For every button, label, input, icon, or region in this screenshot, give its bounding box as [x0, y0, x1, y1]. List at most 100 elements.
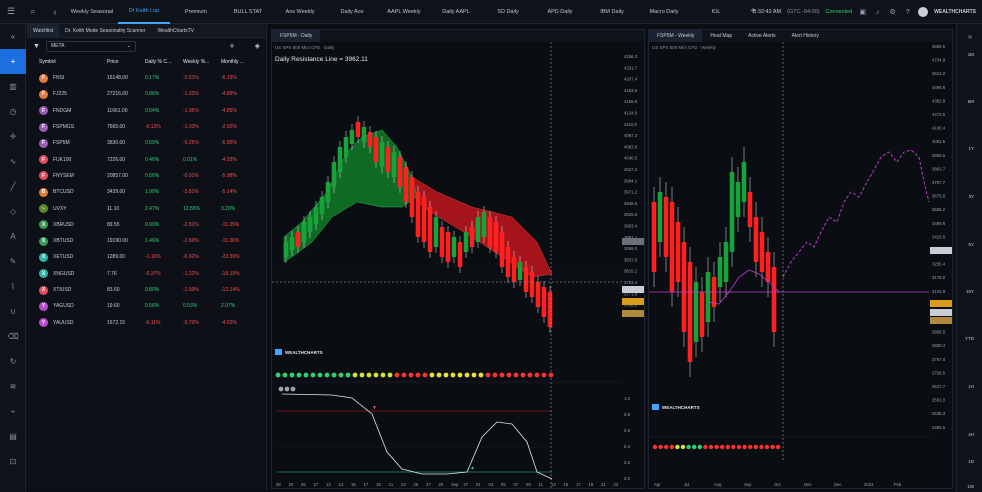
weekly-candles: [651, 147, 780, 377]
notification-bell-icon[interactable]: ♪: [873, 8, 882, 17]
weekly-chart[interactable]: US SPX 500 Mini CFD · Weekly 4859.5 4734.…: [649, 42, 954, 490]
layers-icon[interactable]: ▤: [0, 424, 26, 449]
layout-tab[interactable]: SD Daily: [482, 0, 534, 24]
tab-seasonality-scanner[interactable]: Dr. Keith Mode Seasonality Scanner: [59, 28, 151, 34]
watchlist-row[interactable]: F FNDGM 11661.00 0.54% -1.95% -4.85%: [27, 103, 266, 119]
timeframe-button[interactable]: 6M: [968, 99, 974, 104]
watchlist-row[interactable]: X XBRUSD 89.55 0.90% -2.81% -11.35%: [27, 217, 266, 233]
weekly-change-cell: -3.81%: [183, 189, 199, 196]
price-marker: [622, 286, 644, 293]
tab-alert-history[interactable]: Alert History: [784, 30, 827, 42]
price-cell: 83.60: [107, 287, 120, 293]
watchlist-row[interactable]: F FSP5M 3830.00 0.59% -0.25% -6.85%: [27, 135, 266, 151]
daily-chart[interactable]: US SPX 500 Mini CFD · Daily Daily Resist…: [272, 42, 646, 490]
filter-icon[interactable]: ▼: [33, 43, 40, 50]
chart-type-icon[interactable]: ▥: [0, 74, 26, 99]
timeframe-button[interactable]: 1M: [968, 52, 974, 57]
tab-wealthcharts-tv[interactable]: WealthChartsTV: [151, 28, 200, 34]
col-symbol[interactable]: Symbol: [39, 59, 107, 65]
search-icon[interactable]: ⌕: [22, 0, 44, 24]
watchlist-row[interactable]: B BTCUSD 3439.00 1.90% -3.81% -5.14%: [27, 184, 266, 200]
watchlist-row[interactable]: X XTIUSD 83.60 0.80% -1.50% -12.14%: [27, 282, 266, 298]
tab-heat-map[interactable]: Heat Map: [702, 30, 740, 42]
chevron-left-icon[interactable]: ‹: [44, 0, 66, 24]
timeframe-button[interactable]: 1D: [968, 459, 974, 464]
tab-watchlist[interactable]: Watchlist: [27, 23, 60, 38]
watchlist-row[interactable]: Y YAUUSD 1672.15 -0.11% -0.70% -4.53%: [27, 314, 266, 330]
layout-tab[interactable]: BULL STAT: [222, 0, 274, 24]
col-monthly[interactable]: Monthly ...: [221, 59, 259, 65]
timeframe-button[interactable]: 3Y: [968, 194, 974, 199]
expand-icon[interactable]: »: [957, 24, 982, 49]
cursor-icon[interactable]: ✛: [0, 124, 26, 149]
fibonacci-icon[interactable]: ≋: [0, 374, 26, 399]
weekly-down-candle: [753, 217, 759, 262]
timeframe-button[interactable]: 10Y: [966, 289, 974, 294]
watchlist-row[interactable]: F FNYSEM 20857.00 0.56% -0.01% -5.98%: [27, 168, 266, 184]
layout-tab[interactable]: APD Daily: [534, 0, 586, 24]
timeframe-button[interactable]: 1Y: [968, 146, 974, 151]
brush-icon[interactable]: ✎: [0, 249, 26, 274]
ruler-icon[interactable]: ⌇: [0, 274, 26, 299]
timeframe-button[interactable]: 5Y: [968, 242, 974, 247]
symbol-badge: X: [39, 236, 48, 246]
trend-line-icon[interactable]: ╱: [0, 174, 26, 199]
watchlist-selector[interactable]: META ⌄: [45, 40, 136, 52]
refresh-icon[interactable]: ↻: [0, 349, 26, 374]
watchlist-row[interactable]: F FUK100 7226.00 0.46% 0.01% -4.93%: [27, 151, 266, 167]
col-price[interactable]: Price: [107, 59, 145, 65]
tab-weekly-chart[interactable]: FSP5M - Weekly: [649, 30, 703, 42]
settings-gear-icon[interactable]: ⚙: [888, 8, 897, 17]
watchlist-row[interactable]: ~ UVXY 11.10 2.47% 12.55% 3.20%: [27, 200, 266, 216]
signal-dot: [548, 372, 554, 378]
layout-tab[interactable]: AAPL Weekly: [378, 0, 430, 24]
lock-drawings-icon[interactable]: ⊡: [0, 449, 26, 474]
weekly-change-cell: -1.32%: [183, 91, 199, 98]
add-icon[interactable]: +: [0, 49, 26, 74]
layout-tab[interactable]: Premium: [170, 0, 222, 24]
col-weekly[interactable]: Weekly %...: [183, 59, 221, 65]
trash-icon[interactable]: ⌫: [0, 324, 26, 349]
timeframe-button[interactable]: YTD: [965, 336, 974, 341]
watchlist-row[interactable]: X XNGUSD 7.76 -0.37% -1.22% -16.15%: [27, 266, 266, 282]
watchlist-row[interactable]: X XETUSD 1289.00 -1.16% -6.92% -23.39%: [27, 249, 266, 265]
daily-change-cell: 2.47%: [145, 205, 160, 212]
magnet-icon[interactable]: ∪: [0, 299, 26, 324]
measure-icon[interactable]: ⌁: [0, 399, 26, 424]
help-icon[interactable]: ?: [903, 8, 912, 17]
clock-icon[interactable]: ◷: [0, 99, 26, 124]
collapse-icon[interactable]: «: [0, 24, 26, 49]
add-symbol-icon[interactable]: +: [229, 41, 234, 51]
watchlist-row[interactable]: X XBTUSD 19190.00 1.46% -2.60% -11.36%: [27, 233, 266, 249]
watchlist-row[interactable]: F FJ225 27216.00 0.86% -1.32% -4.89%: [27, 86, 266, 102]
layout-tab[interactable]: IBM Daily: [586, 0, 638, 24]
layout-tab[interactable]: Macro Daily: [638, 0, 690, 24]
watchlist-row[interactable]: Y YAGUSD 19.60 0.56% 0.53% 2.07%: [27, 298, 266, 314]
down-candle: [409, 177, 415, 217]
weekly-change-cell: -2.60%: [183, 238, 199, 245]
watchlist-row[interactable]: F FSPMGS 7665.00 -0.13% -1.03% -2.92%: [27, 119, 266, 135]
tab-active-alerts[interactable]: Active Alerts: [740, 30, 784, 42]
timeframe-button[interactable]: 1H: [968, 384, 974, 389]
lock-icon[interactable]: ▣: [858, 8, 867, 17]
layout-tab[interactable]: Daily Aos: [326, 0, 378, 24]
layout-tab[interactable]: Daily AAPL: [430, 0, 482, 24]
layout-tab[interactable]: Aos Weekly: [274, 0, 326, 24]
text-icon[interactable]: A: [0, 224, 26, 249]
col-daily[interactable]: Daily % C...: [145, 59, 183, 65]
time-tick: 21: [389, 482, 394, 487]
symbol-cell: F FSP5M: [39, 138, 107, 148]
layout-tab[interactable]: Weekly Seasonal: [66, 0, 118, 24]
layout-tab[interactable]: IOL: [690, 0, 742, 24]
indicator-icon[interactable]: ∿: [0, 149, 26, 174]
layout-tab[interactable]: Dr Keith Lup: [118, 0, 170, 24]
shapes-icon[interactable]: ◇: [0, 199, 26, 224]
tag-icon[interactable]: ◈: [255, 42, 260, 50]
menu-icon[interactable]: ☰: [0, 0, 22, 24]
timeframe-button[interactable]: 4H: [968, 432, 974, 437]
timeframe-button[interactable]: 1W: [967, 484, 974, 489]
watchlist-row[interactable]: F FNSI 16148.00 0.17% -2.51% -6.15%: [27, 70, 266, 86]
signal-dot: [380, 372, 386, 378]
tab-daily-chart[interactable]: FSP5M - Daily: [272, 30, 321, 42]
user-avatar[interactable]: [918, 7, 929, 17]
